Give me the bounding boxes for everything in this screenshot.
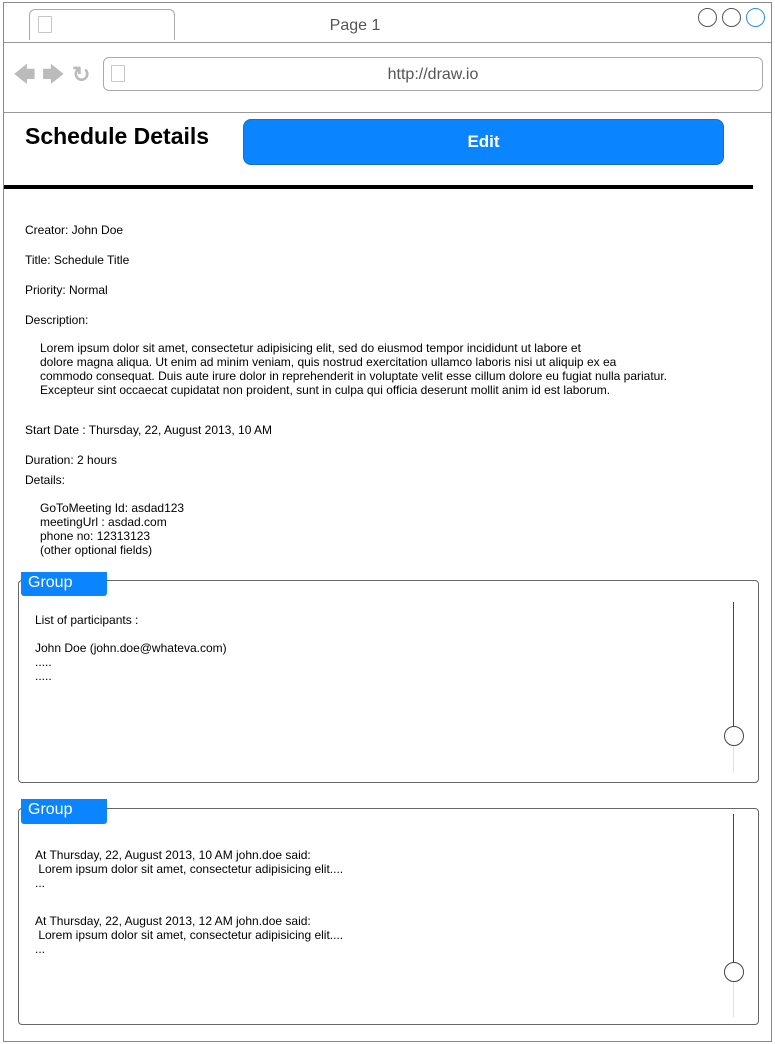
reload-icon[interactable]: ↻ xyxy=(72,64,90,86)
creator-field: Creator: John Doe xyxy=(25,223,124,237)
description-line: dolore magna aliqua. Ut enim ad minim ve… xyxy=(40,355,617,369)
window-title: Page 1 xyxy=(329,17,381,34)
url-text: http://draw.io xyxy=(387,66,479,83)
comments-scrollbar[interactable] xyxy=(733,814,734,962)
forward-arrow-icon[interactable]: 🡆 xyxy=(42,64,65,86)
comment-text: Lorem ipsum dolor sit amet, consectetur … xyxy=(35,862,344,876)
start-date-field: Start Date : Thursday, 22, August 2013, … xyxy=(25,423,273,437)
close-button[interactable] xyxy=(746,8,765,27)
details-line: phone no: 12313123 xyxy=(40,529,151,543)
browser-tab[interactable] xyxy=(29,9,175,40)
page-title: Schedule Details xyxy=(25,123,210,149)
comment-more: ... xyxy=(35,876,46,890)
comments-scroll-thumb[interactable] xyxy=(724,962,744,982)
participant-item: ..... xyxy=(35,669,52,683)
details-label: Details: xyxy=(25,473,66,487)
comment-text: Lorem ipsum dolor sit amet, consectetur … xyxy=(35,928,344,942)
description-label: Description: xyxy=(25,313,89,327)
minimize-button[interactable] xyxy=(698,8,717,27)
maximize-button[interactable] xyxy=(722,8,741,27)
comment-header: At Thursday, 22, August 2013, 10 AM john… xyxy=(35,848,311,862)
priority-field: Priority: Normal xyxy=(25,283,108,297)
title-field: Title: Schedule Title xyxy=(25,253,130,267)
comment-more: ... xyxy=(35,942,46,956)
page-icon xyxy=(38,16,52,33)
back-arrow-icon[interactable]: 🡄 xyxy=(13,64,36,86)
participants-scrollbar-lower xyxy=(733,745,734,773)
comments-group-label: Group xyxy=(21,799,107,824)
participants-scroll-thumb[interactable] xyxy=(724,726,744,746)
details-line: GoToMeeting Id: asdad123 xyxy=(40,501,185,515)
participants-scrollbar[interactable] xyxy=(733,602,734,727)
description-line: Excepteur sint occaecat cupidatat non pr… xyxy=(40,383,611,397)
participants-group xyxy=(18,580,759,783)
participant-item: John Doe (john.doe@whateva.com) xyxy=(35,641,227,655)
header-divider xyxy=(4,185,753,189)
address-bar[interactable]: http://draw.io xyxy=(103,57,763,91)
duration-field: Duration: 2 hours xyxy=(25,453,118,467)
description-line: Lorem ipsum dolor sit amet, consectetur … xyxy=(40,341,581,355)
details-line: (other optional fields) xyxy=(40,543,153,557)
details-line: meetingUrl : asdad.com xyxy=(40,515,167,529)
description-line: commodo consequat. Duis aute irure dolor… xyxy=(40,369,668,383)
participants-heading: List of participants : xyxy=(35,613,139,627)
edit-button[interactable]: Edit xyxy=(243,119,724,165)
participant-item: ..... xyxy=(35,655,52,669)
participants-group-label: Group xyxy=(21,572,107,596)
comments-scrollbar-lower xyxy=(733,981,734,1017)
comment-header: At Thursday, 22, August 2013, 12 AM john… xyxy=(35,914,311,928)
